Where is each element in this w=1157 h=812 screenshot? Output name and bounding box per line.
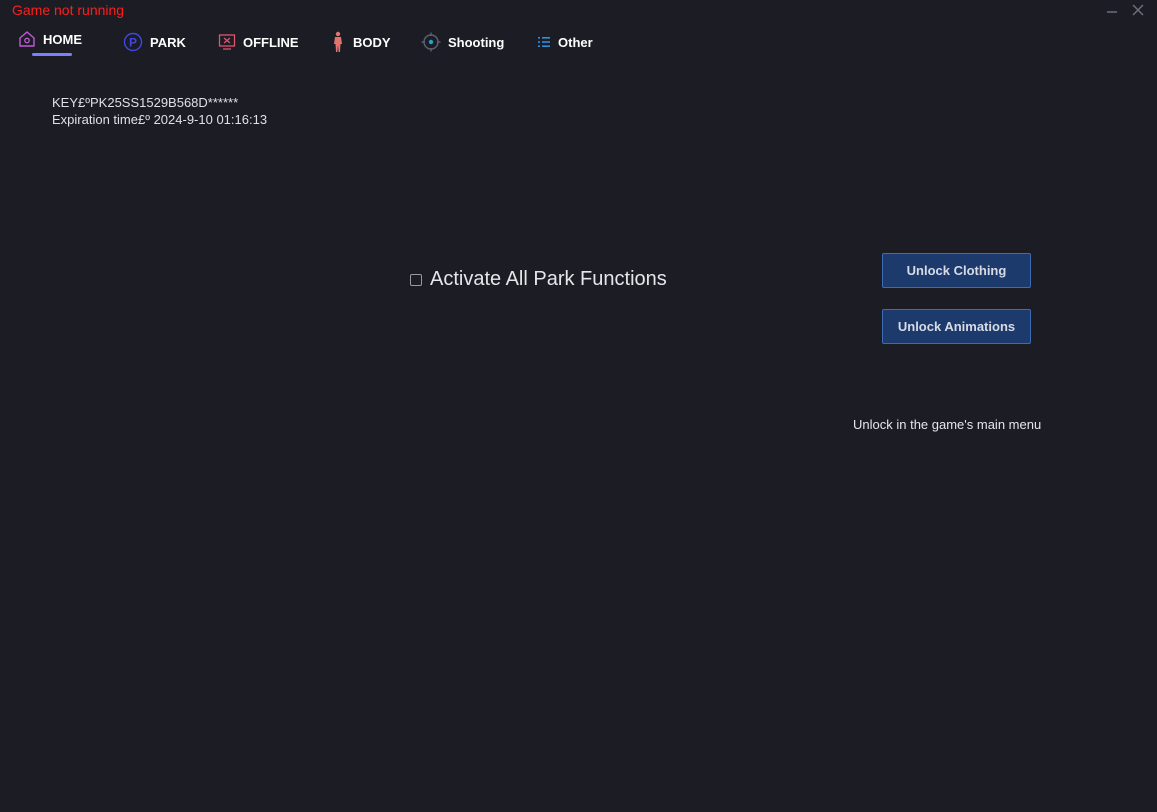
tab-label: OFFLINE (243, 34, 299, 50)
svg-text:P: P (129, 36, 137, 50)
park-icon: P (123, 32, 143, 52)
tab-offline[interactable]: OFFLINE (218, 26, 299, 58)
list-icon (538, 37, 550, 47)
license-key: KEY£ºPK25SS1529B568D****** (52, 95, 239, 110)
tab-other[interactable]: Other (537, 26, 593, 58)
offline-icon (218, 34, 236, 50)
game-status-text: Game not running (12, 2, 125, 18)
activate-park-label: Activate All Park Functions (430, 268, 667, 290)
home-icon (19, 31, 35, 47)
unlock-hint-text: Unlock in the game's main menu (853, 417, 1042, 432)
expiration-time: Expiration time£º 2024-9-10 01:16:13 (52, 112, 268, 127)
close-icon (1132, 4, 1144, 16)
window-controls (1101, 0, 1149, 20)
activate-park-checkbox[interactable] (410, 273, 422, 286)
minimize-button[interactable] (1101, 0, 1123, 20)
close-button[interactable] (1127, 0, 1149, 20)
app-window: Game not running HOME P PARK OFFLINE BOD… (0, 0, 1157, 812)
tab-label: HOME (43, 31, 82, 47)
tab-label: Shooting (448, 34, 505, 50)
activate-park-toggle[interactable]: Activate All Park Functions (410, 268, 667, 291)
tab-label: BODY (353, 34, 391, 50)
body-icon (334, 31, 342, 52)
tab-shooting[interactable]: Shooting (421, 26, 504, 58)
license-info: KEY£ºPK25SS1529B568D****** Expiration ti… (52, 94, 267, 128)
tab-label: PARK (150, 34, 186, 50)
tab-home[interactable]: HOME (18, 23, 82, 55)
unlock-animations-button[interactable]: Unlock Animations (882, 309, 1031, 344)
unlock-clothing-button[interactable]: Unlock Clothing (882, 253, 1031, 288)
tab-park[interactable]: P PARK (123, 26, 186, 58)
minimize-icon (1107, 11, 1117, 13)
tab-body[interactable]: BODY (330, 26, 391, 58)
crosshair-icon (421, 32, 441, 52)
active-tab-indicator (32, 53, 72, 56)
tab-label: Other (558, 34, 593, 50)
